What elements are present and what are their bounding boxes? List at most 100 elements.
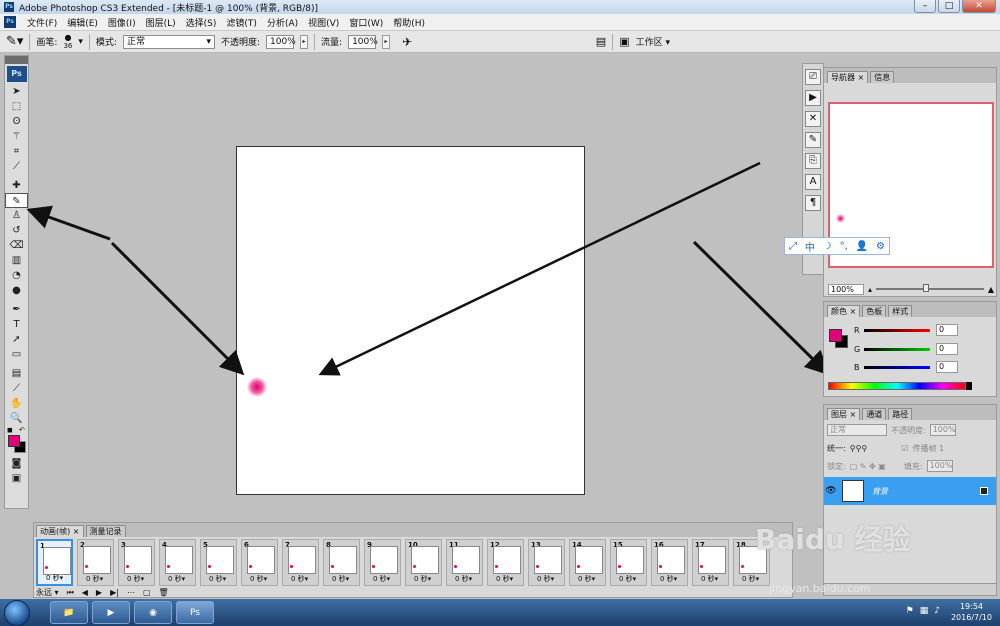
fill-input[interactable]: 100% bbox=[926, 460, 953, 472]
taskbar-clock[interactable]: 19:54 2016/7/10 bbox=[951, 601, 992, 623]
taskbar-photoshop-button[interactable]: Ps bbox=[176, 601, 214, 624]
tab-navigator[interactable]: 导航器 × bbox=[827, 71, 869, 83]
paragraph-panel-icon[interactable]: ¶ bbox=[805, 195, 821, 211]
blend-mode-select[interactable]: 正常 bbox=[827, 424, 887, 436]
ime-punctuation-icon[interactable]: °, bbox=[840, 241, 848, 252]
ime-chinese-mode[interactable]: 中 bbox=[805, 239, 815, 254]
brush-picker-chevron-icon[interactable]: ▾ bbox=[78, 37, 83, 47]
channel-r-slider[interactable] bbox=[864, 328, 930, 332]
frame-delay-select[interactable]: 0 秒▾ bbox=[250, 574, 267, 584]
ime-settings-icon[interactable]: ⚙ bbox=[876, 241, 885, 252]
tray-network-icon[interactable]: ▦ bbox=[920, 606, 929, 616]
flow-slider-toggle[interactable]: ▸ bbox=[382, 34, 391, 49]
tab-measurement-log[interactable]: 测量记录 bbox=[85, 525, 126, 537]
tool-presets-icon[interactable]: ✕ bbox=[805, 111, 821, 127]
channel-b-value[interactable]: 0 bbox=[936, 361, 958, 373]
spectrum-black-white[interactable] bbox=[966, 382, 972, 390]
taskbar-browser-icon[interactable]: ◉ bbox=[134, 601, 172, 624]
animation-frame[interactable]: 80 秒▾ bbox=[323, 539, 360, 586]
menu-window[interactable]: 窗口(W) bbox=[344, 16, 388, 29]
frame-delay-select[interactable]: 0 秒▾ bbox=[127, 574, 144, 584]
foreground-color-swatch[interactable] bbox=[8, 435, 20, 447]
zoom-slider-knob[interactable] bbox=[923, 284, 930, 292]
flow-input[interactable]: 100% bbox=[348, 34, 378, 49]
workspace-menu[interactable]: 工作区 ▾ bbox=[636, 35, 670, 48]
frame-delay-select[interactable]: 0 秒▾ bbox=[701, 574, 718, 584]
taskbar-media-icon[interactable]: ▶ bbox=[92, 601, 130, 624]
animation-frame[interactable]: 14 0 秒▾ bbox=[569, 539, 606, 586]
zoom-out-icon[interactable]: ▴ bbox=[868, 285, 872, 294]
tab-layers[interactable]: 图层 × bbox=[827, 408, 861, 420]
play-icon[interactable]: ▶ bbox=[96, 588, 102, 597]
channel-b-slider[interactable] bbox=[864, 365, 930, 369]
animation-frame[interactable]: 15 0 秒▾ bbox=[610, 539, 647, 586]
unify-icons[interactable]: ⚲⚲⚲ bbox=[850, 444, 868, 453]
frame-delay-select[interactable]: 0 秒▾ bbox=[537, 574, 554, 584]
first-frame-icon[interactable]: ⏮ bbox=[67, 588, 74, 598]
navigator-zoom-slider[interactable] bbox=[876, 284, 984, 292]
frame-delay-select[interactable]: 0 秒▾ bbox=[455, 574, 472, 584]
tab-info[interactable]: 信息 bbox=[870, 71, 895, 83]
opacity-input[interactable]: 100% bbox=[266, 34, 296, 49]
frame-delay-select[interactable]: 0 秒▾ bbox=[291, 574, 308, 584]
zoom-in-icon[interactable]: ▲ bbox=[988, 285, 994, 294]
airbrush-icon[interactable]: ✈ bbox=[402, 35, 412, 49]
frame-delay-select[interactable]: 0 秒▾ bbox=[209, 574, 226, 584]
navigator-zoom-input[interactable]: 100% bbox=[828, 283, 864, 295]
animation-frame[interactable]: 13 0 秒▾ bbox=[528, 539, 565, 586]
frame-delay-select[interactable]: 0 秒▾ bbox=[619, 574, 636, 584]
tab-color[interactable]: 颜色 × bbox=[827, 305, 861, 317]
menu-help[interactable]: 帮助(H) bbox=[388, 16, 430, 29]
lock-icons[interactable]: ▢ ✎ ✥ ▣ bbox=[850, 462, 886, 471]
mode-select[interactable]: 正常 ▾ bbox=[122, 34, 215, 49]
bridge-icon[interactable]: ▣ bbox=[619, 35, 629, 48]
frame-delay-select[interactable]: 0 秒▾ bbox=[86, 574, 103, 584]
start-button[interactable] bbox=[4, 600, 30, 626]
color-panel-foreground-swatch[interactable] bbox=[829, 329, 842, 342]
frame-delay-select[interactable]: 0 秒▾ bbox=[46, 573, 63, 583]
taskbar-explorer-icon[interactable]: 📁 bbox=[50, 601, 88, 624]
tab-swatches[interactable]: 色板 bbox=[862, 305, 887, 317]
menu-file[interactable]: 文件(F) bbox=[22, 16, 62, 29]
menu-view[interactable]: 视图(V) bbox=[303, 16, 344, 29]
tab-animation[interactable]: 动画(帧) × bbox=[36, 525, 84, 537]
tab-styles[interactable]: 样式 bbox=[888, 305, 913, 317]
menu-image[interactable]: 图像(I) bbox=[103, 16, 141, 29]
animation-frame[interactable]: 30 秒▾ bbox=[118, 539, 155, 586]
menu-filter[interactable]: 滤镜(T) bbox=[221, 16, 262, 29]
animation-frame[interactable]: 90 秒▾ bbox=[364, 539, 401, 586]
frame-delay-select[interactable]: 0 秒▾ bbox=[496, 574, 513, 584]
brush-tool-preset-icon[interactable]: ✎▾ bbox=[6, 34, 23, 49]
actions-panel-icon[interactable]: ▶ bbox=[805, 90, 821, 106]
maximize-button[interactable]: □ bbox=[938, 0, 960, 13]
animation-frame[interactable]: 16 0 秒▾ bbox=[651, 539, 688, 586]
clone-source-icon[interactable]: ⎘ bbox=[805, 153, 821, 169]
animation-frame[interactable]: 20 秒▾ bbox=[77, 539, 114, 586]
animation-frame[interactable]: 12 0 秒▾ bbox=[487, 539, 524, 586]
close-button[interactable]: ✕ bbox=[962, 0, 996, 13]
duplicate-frame-icon[interactable]: ▢ bbox=[143, 588, 151, 597]
menu-analysis[interactable]: 分析(A) bbox=[262, 16, 303, 29]
frame-delay-select[interactable]: 0 秒▾ bbox=[414, 574, 431, 584]
propagate-frame-checkbox[interactable]: ☑ bbox=[901, 444, 908, 453]
animation-frame[interactable]: 10 秒▾ bbox=[36, 539, 73, 586]
history-panel-icon[interactable]: ⎚ bbox=[805, 69, 821, 85]
next-frame-icon[interactable]: ▶| bbox=[110, 588, 119, 597]
frame-delay-select[interactable]: 0 秒▾ bbox=[660, 574, 677, 584]
tray-flag-icon[interactable]: ⚑ bbox=[906, 606, 914, 616]
tab-paths[interactable]: 路径 bbox=[888, 408, 913, 420]
brushes-panel-icon[interactable]: ✎ bbox=[805, 132, 821, 148]
animation-frame[interactable]: 70 秒▾ bbox=[282, 539, 319, 586]
eye-icon[interactable]: 👁 bbox=[824, 486, 838, 496]
delete-frame-icon[interactable]: 🗑 bbox=[159, 588, 169, 597]
brushes-palette-icon[interactable]: ▤ bbox=[596, 35, 606, 48]
character-panel-icon[interactable]: A bbox=[805, 174, 821, 190]
layer-row-background[interactable]: 👁 背景 bbox=[824, 477, 996, 505]
menu-edit[interactable]: 编辑(E) bbox=[62, 16, 103, 29]
channel-g-slider[interactable] bbox=[864, 347, 930, 351]
tween-icon[interactable]: ⋯ bbox=[127, 588, 135, 597]
channel-r-value[interactable]: 0 bbox=[936, 324, 958, 336]
animation-frame[interactable]: 10 0 秒▾ bbox=[405, 539, 442, 586]
tab-channels[interactable]: 通道 bbox=[862, 408, 887, 420]
animation-frame[interactable]: 60 秒▾ bbox=[241, 539, 278, 586]
